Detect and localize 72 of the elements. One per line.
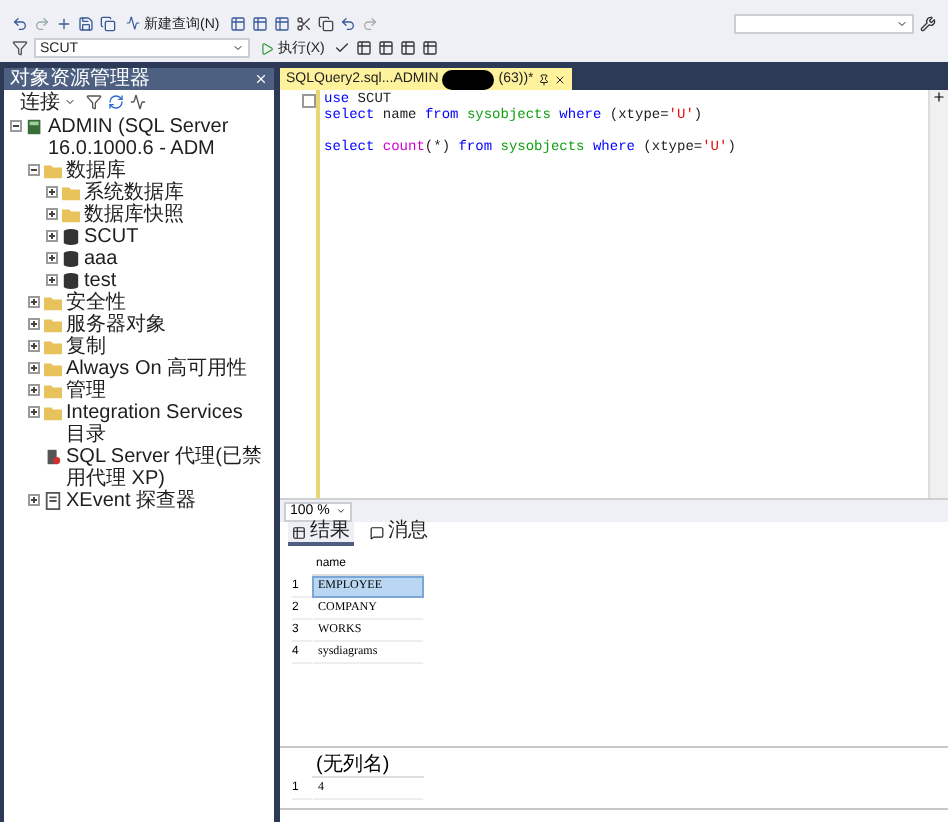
connect-button[interactable]: 连接 xyxy=(16,91,80,111)
back-icon[interactable] xyxy=(12,15,28,31)
expand-toggle[interactable] xyxy=(28,494,40,506)
collapse-toggle[interactable] xyxy=(10,120,22,132)
play-icon xyxy=(260,41,274,55)
check-icon[interactable] xyxy=(334,40,351,56)
close-icon[interactable] xyxy=(553,73,566,85)
tree-item[interactable]: ADMIN (SQL Server 16.0.1000.6 - ADM xyxy=(48,116,268,160)
message-icon xyxy=(370,525,384,539)
expand-toggle[interactable] xyxy=(28,340,40,352)
tree-item[interactable]: aaa xyxy=(84,248,118,270)
activity-icon[interactable] xyxy=(130,93,146,109)
expand-toggle[interactable] xyxy=(28,296,40,308)
undo-icon[interactable] xyxy=(339,15,356,31)
new-icon[interactable] xyxy=(56,15,72,31)
redaction-mark xyxy=(442,69,495,89)
expand-toggle[interactable] xyxy=(46,252,58,264)
caret-icon xyxy=(232,42,244,54)
collapse-toggle[interactable] xyxy=(302,94,316,108)
tree-item[interactable]: 安全性 xyxy=(66,292,126,314)
cut-icon[interactable] xyxy=(295,15,312,31)
filter-icon[interactable] xyxy=(86,93,102,109)
results-tab[interactable]: 结果 xyxy=(288,522,354,546)
copy-icon[interactable] xyxy=(317,15,334,31)
grid-icon[interactable] xyxy=(378,40,395,56)
tree-item[interactable]: test xyxy=(84,270,117,292)
expand-toggle[interactable] xyxy=(28,362,40,374)
query-icon xyxy=(126,16,140,30)
tree-item[interactable]: Always On 高可用性 xyxy=(66,358,248,380)
expand-toggle[interactable] xyxy=(28,318,40,330)
scrollbar[interactable] xyxy=(928,90,948,498)
tree-item[interactable]: 数据库 xyxy=(66,160,126,182)
grid-icon[interactable] xyxy=(356,40,373,56)
tree-item[interactable]: 系统数据库 xyxy=(84,182,184,204)
query-icon[interactable] xyxy=(229,15,246,31)
tree-item[interactable]: 管理 xyxy=(66,380,106,402)
refresh-icon[interactable] xyxy=(108,93,124,109)
expand-toggle[interactable] xyxy=(46,274,58,286)
grid-icon xyxy=(292,525,306,539)
grid-icon[interactable] xyxy=(422,40,439,56)
expand-toggle[interactable] xyxy=(46,208,58,220)
tree-item[interactable]: 数据库快照 xyxy=(84,204,184,226)
search-field[interactable] xyxy=(734,13,914,33)
save-all-icon[interactable] xyxy=(100,15,116,31)
caret-icon xyxy=(336,506,346,516)
tree-item[interactable]: SQL Server 代理(已禁用代理 XP) xyxy=(66,446,268,490)
tree-item[interactable]: 复制 xyxy=(66,336,106,358)
expand-toggle[interactable] xyxy=(46,186,58,198)
settings-icon[interactable] xyxy=(920,15,936,31)
expand-toggle[interactable] xyxy=(28,384,40,396)
pin-icon[interactable] xyxy=(537,73,550,85)
save-icon[interactable] xyxy=(78,15,94,31)
filter-icon[interactable] xyxy=(12,40,28,56)
query-icon[interactable] xyxy=(273,15,290,31)
agent-icon xyxy=(44,448,62,466)
column-header: (无列名) xyxy=(312,756,424,778)
tree-item[interactable]: SCUT xyxy=(84,226,139,248)
results-tab[interactable]: 消息 xyxy=(366,522,432,546)
caret-icon xyxy=(64,95,76,107)
split-icon[interactable] xyxy=(932,90,946,104)
server-icon xyxy=(26,118,44,136)
expand-toggle[interactable] xyxy=(28,406,40,418)
expand-toggle[interactable] xyxy=(46,230,58,242)
caret-icon xyxy=(896,17,908,29)
document-icon xyxy=(44,492,62,510)
tree-item[interactable]: 服务器对象 xyxy=(66,314,166,336)
grid-icon[interactable] xyxy=(400,40,417,56)
panel-title: 对象资源管理器 xyxy=(10,68,150,90)
query-icon[interactable] xyxy=(251,15,268,31)
tree-item[interactable]: XEvent 探查器 xyxy=(66,490,197,512)
collapse-toggle[interactable] xyxy=(28,164,40,176)
tree-item[interactable]: Integration Services 目录 xyxy=(66,402,268,446)
